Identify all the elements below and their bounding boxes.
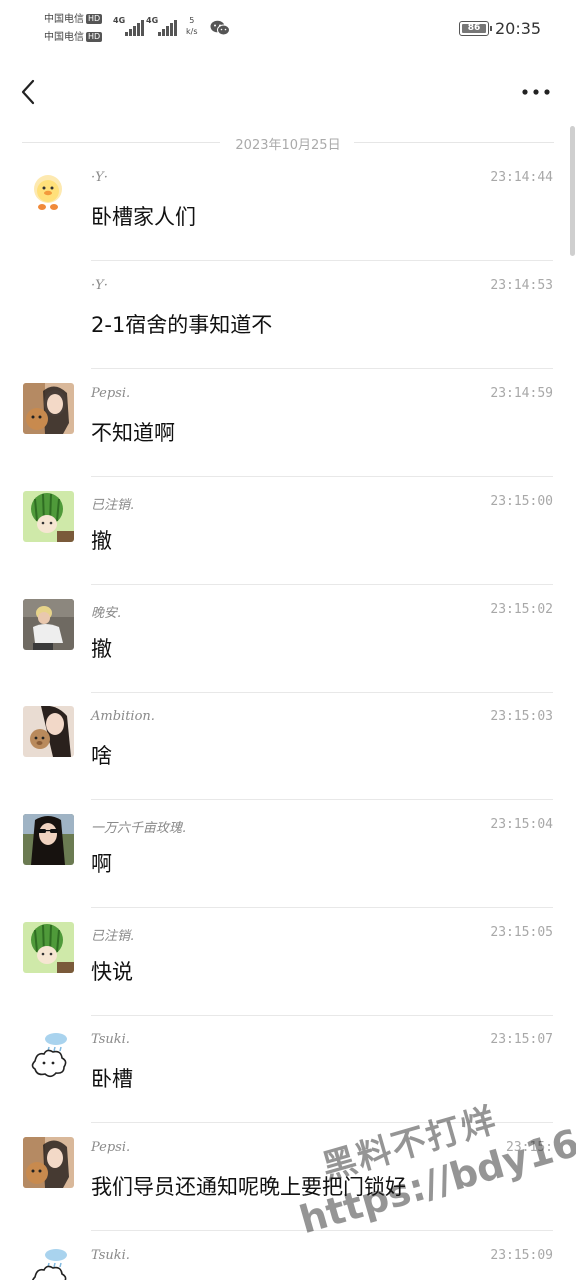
message-time: 23:15:04	[490, 817, 553, 832]
sender-name: ·Y·	[91, 278, 108, 293]
sender-name: Tsuki.	[91, 1248, 130, 1263]
message-text: 卧槽家人们	[91, 205, 196, 229]
sender-name: 晚安.	[91, 606, 122, 621]
sender-name: ·Y·	[91, 170, 108, 185]
status-time: 20:35	[495, 19, 542, 38]
message-item[interactable]: ·Y· 23:14:53 2-1宿舍的事知道不	[0, 261, 576, 369]
sender-name: 一万六千亩玫瑰.	[91, 821, 187, 836]
hd-badge: HD	[86, 32, 103, 42]
sender-name: Ambition.	[91, 709, 155, 724]
message-time: 23:14:53	[490, 278, 553, 293]
message-item[interactable]: Tsuki. 23:15:09	[0, 1231, 576, 1280]
nav-bar	[0, 62, 576, 122]
message-item[interactable]: 一万六千亩玫瑰. 23:15:04 啊	[0, 800, 576, 908]
message-item[interactable]: ·Y· 23:14:44 卧槽家人们	[0, 153, 576, 261]
speed-value: 5	[189, 16, 195, 25]
girl-bear-avatar[interactable]	[23, 706, 74, 757]
message-text: 啊	[91, 852, 112, 876]
status-bar: 中国电信 HD 中国电信 HD 4G 4G 5 k/s 86 20:35	[0, 0, 576, 58]
message-time: 23:14:59	[490, 386, 553, 401]
sunglasses-girl-avatar[interactable]	[23, 814, 74, 865]
chevron-left-icon[interactable]	[16, 78, 44, 106]
message-time: 23:15:03	[490, 709, 553, 724]
duck-avatar[interactable]	[23, 167, 74, 218]
message-item[interactable]: 已注销. 23:15:00 撤	[0, 477, 576, 585]
watermelon-avatar[interactable]	[23, 491, 74, 542]
network-2-label: 4G	[146, 16, 159, 25]
date-label: 2023年10月25日	[235, 138, 341, 153]
message-text: 快说	[91, 960, 133, 984]
girl-teddy-avatar[interactable]	[23, 1137, 74, 1188]
message-time: 23:15:09	[490, 1248, 553, 1263]
sender-name: Tsuki.	[91, 1032, 130, 1047]
message-item[interactable]: 已注销. 23:15:05 快说	[0, 908, 576, 1016]
message-item[interactable]: Pepsi. 23:14:59 不知道啊	[0, 369, 576, 477]
message-time: 23:14:44	[490, 170, 553, 185]
sender-name: Pepsi.	[91, 1140, 131, 1155]
message-text: 不知道啊	[91, 421, 175, 445]
carrier-2-label: 中国电信	[44, 32, 84, 43]
message-item[interactable]: 晚安. 23:15:02 撤	[0, 585, 576, 693]
message-time: 23:15:05	[490, 925, 553, 940]
battery-level: 86	[467, 23, 481, 33]
wechat-icon	[210, 20, 230, 36]
message-time: 23:15:02	[490, 602, 553, 617]
message-item[interactable]: Ambition. 23:15:03 啥	[0, 692, 576, 800]
carrier-1: 中国电信 HD	[44, 14, 103, 26]
speed-unit: k/s	[186, 27, 198, 36]
battery-icon: 86	[459, 21, 492, 36]
girl-teddy-avatar[interactable]	[23, 383, 74, 434]
carrier-1-label: 中国电信	[44, 14, 84, 25]
more-dots-icon[interactable]	[518, 82, 554, 102]
message-text: 啥	[91, 744, 112, 768]
network-1-label: 4G	[113, 16, 126, 25]
sender-name: Pepsi.	[91, 386, 131, 401]
sender-name: 已注销.	[91, 498, 135, 513]
boy-avatar[interactable]	[23, 599, 74, 650]
message-text: 2-1宿舍的事知道不	[91, 313, 273, 337]
message-text: 撤	[91, 529, 112, 553]
network-speed: 5 k/s	[186, 15, 198, 37]
hd-badge: HD	[86, 14, 103, 24]
message-text: 撤	[91, 637, 112, 661]
message-text: 卧槽	[91, 1067, 133, 1091]
message-time: 23:15:00	[490, 494, 553, 509]
sender-name: 已注销.	[91, 929, 135, 944]
carrier-2: 中国电信 HD	[44, 32, 103, 44]
cloud-sheep-avatar[interactable]	[23, 1029, 74, 1080]
watermelon-avatar[interactable]	[23, 922, 74, 973]
cloud-sheep-avatar[interactable]	[23, 1245, 74, 1280]
date-divider: 2023年10月25日	[22, 130, 554, 154]
